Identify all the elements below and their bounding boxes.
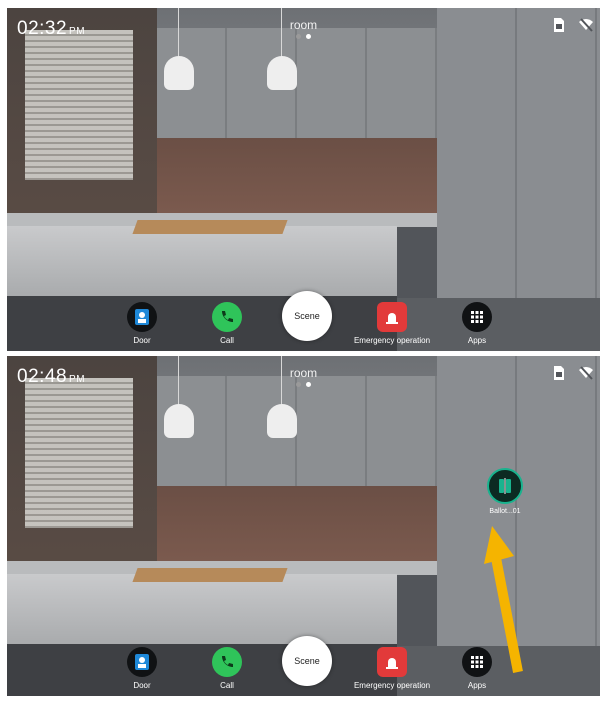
apps-button[interactable]: Apps [432,302,522,345]
emergency-operation-button[interactable]: Emergency operation [347,302,437,345]
emergency-label: Emergency operation [353,681,431,690]
apps-label: Apps [467,336,487,345]
apps-label: Apps [467,681,487,690]
status-icons [552,17,594,33]
device-label: Ballot...01 [489,508,521,515]
call-label: Call [220,336,234,345]
door-label: Door [133,681,151,690]
emergency-label: Emergency operation [353,336,431,345]
door-button[interactable]: Door [97,302,187,345]
page-dot-active[interactable] [306,34,311,39]
call-button[interactable]: Call [182,302,272,345]
door-icon [127,302,157,332]
wifi-off-icon [578,17,594,33]
door-label: Door [133,336,151,345]
screenshot-top: 02:32 PM room Door Call Scene Emergency … [7,8,600,351]
page-dot[interactable] [296,34,301,39]
room-title[interactable]: room [7,18,600,32]
scene-button[interactable]: Scene [282,636,332,686]
scene-button[interactable]: Scene [282,291,332,341]
page-dot-active[interactable] [306,382,311,387]
emergency-operation-button[interactable]: Emergency operation [347,647,437,690]
emergency-icon [377,647,407,677]
dock: Door Call Scene Emergency operation Apps [7,285,600,345]
page-dot[interactable] [296,382,301,387]
sim-icon [552,17,566,33]
call-icon [212,302,242,332]
call-button[interactable]: Call [182,647,272,690]
status-icons [552,365,594,381]
call-icon [212,647,242,677]
device-icon[interactable] [487,468,523,504]
wifi-off-icon [578,365,594,381]
page-indicator[interactable] [7,382,600,387]
device-widget[interactable]: Ballot...01 [475,468,535,515]
sim-icon [552,365,566,381]
page-indicator[interactable] [7,34,600,39]
call-label: Call [220,681,234,690]
annotation-arrow [484,526,523,673]
apps-icon [462,302,492,332]
room-title[interactable]: room [7,366,600,380]
emergency-icon [377,302,407,332]
door-button[interactable]: Door [97,647,187,690]
door-icon [127,647,157,677]
